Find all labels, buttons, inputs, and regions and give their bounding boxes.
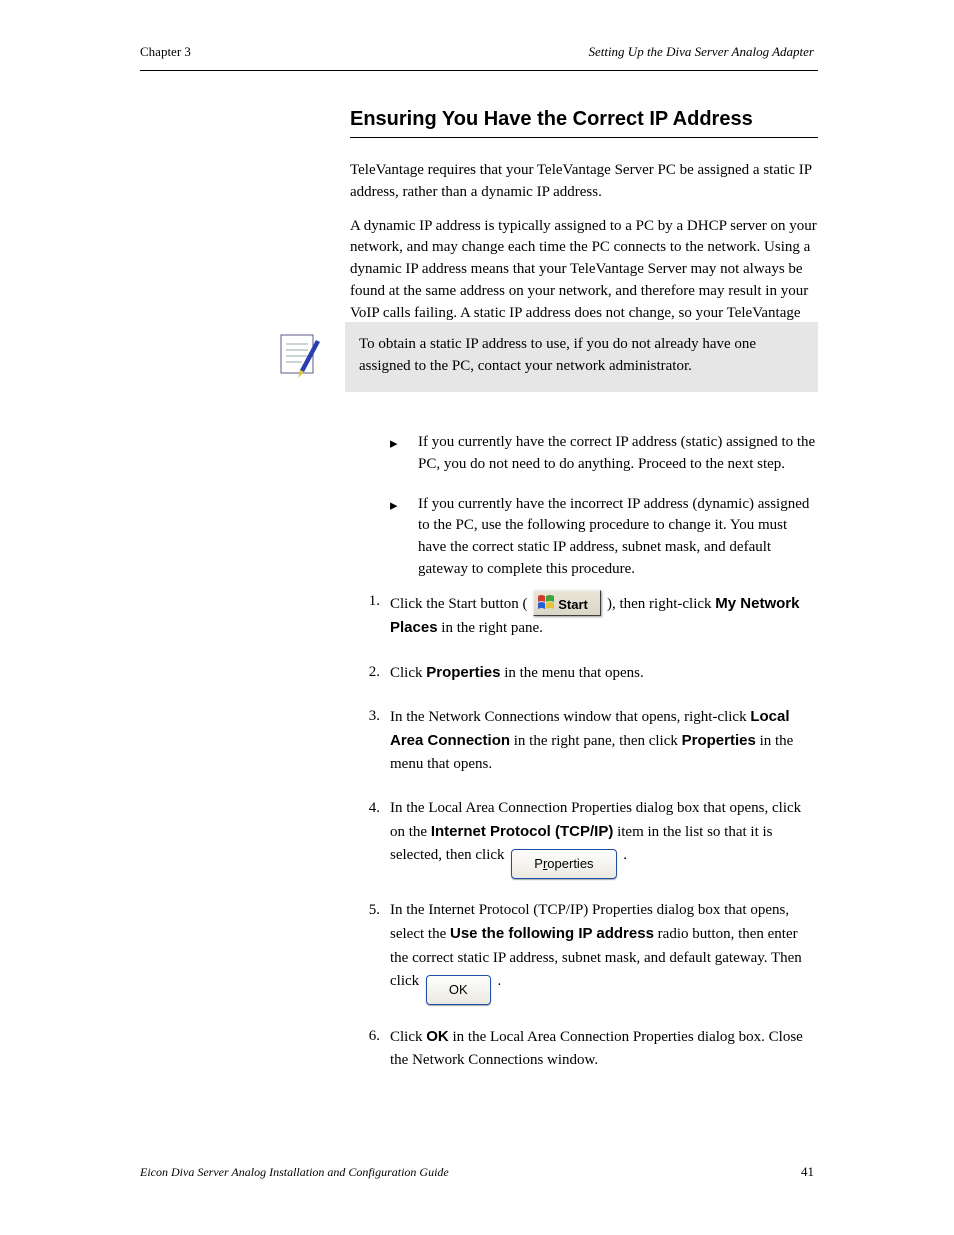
step-5: 5. In the Internet Protocol (TCP/IP) Pro… xyxy=(350,899,818,1005)
hand-item-2: If you currently have the incorrect IP a… xyxy=(390,494,818,581)
step-number: 1. xyxy=(350,590,380,613)
step-text: ), then right-click xyxy=(607,596,715,612)
step-bold: Use the following IP address xyxy=(450,925,654,942)
start-button[interactable]: Start xyxy=(533,590,601,616)
step-4: 4. In the Local Area Connection Properti… xyxy=(350,797,818,880)
step-bold: Internet Protocol (TCP/IP) xyxy=(431,823,614,840)
footer-page-number: 41 xyxy=(801,1164,814,1180)
step-text: in the right pane, then click xyxy=(514,733,682,749)
step-text: . xyxy=(623,847,627,863)
windows-logo-icon xyxy=(537,594,555,612)
header-chapter: Chapter 3 xyxy=(140,44,191,60)
note-box: To obtain a static IP address to use, if… xyxy=(345,322,818,392)
properties-button[interactable]: Properties xyxy=(511,849,616,879)
step-bold: Properties xyxy=(426,664,500,681)
step-text: Click xyxy=(390,1029,426,1045)
step-number: 4. xyxy=(350,797,380,820)
step-number: 2. xyxy=(350,661,380,684)
ok-button[interactable]: OK xyxy=(426,975,491,1005)
hand-list: If you currently have the correct IP add… xyxy=(390,432,818,599)
page: { "header": { "chapter": "Chapter 3", "t… xyxy=(0,0,954,1235)
step-number: 6. xyxy=(350,1025,380,1048)
step-number: 5. xyxy=(350,899,380,922)
step-text: in the menu that opens. xyxy=(504,665,644,681)
header-title-right: Setting Up the Diva Server Analog Adapte… xyxy=(588,44,814,60)
section-title: Ensuring You Have the Correct IP Address xyxy=(350,108,818,138)
step-bold: OK xyxy=(426,1028,449,1045)
hand-item-1: If you currently have the correct IP add… xyxy=(390,432,818,476)
step-text: . xyxy=(497,973,501,989)
step-text: Click the Start button ( xyxy=(390,596,527,612)
footer-doc-title: Eicon Diva Server Analog Installation an… xyxy=(140,1165,449,1180)
intro-paragraph-1: TeleVantage requires that your TeleVanta… xyxy=(350,160,818,204)
step-text: in the Local Area Connection Properties … xyxy=(390,1029,803,1068)
step-6: 6. Click OK in the Local Area Connection… xyxy=(350,1025,818,1073)
step-3: 3. In the Network Connections window tha… xyxy=(350,705,818,777)
step-2: 2. Click Properties in the menu that ope… xyxy=(350,661,818,685)
step-number: 3. xyxy=(350,705,380,728)
start-button-label: Start xyxy=(558,595,588,615)
step-text: In the Network Connections window that o… xyxy=(390,709,750,725)
properties-button-hotkey: r xyxy=(543,856,547,871)
step-text: in the right pane. xyxy=(441,620,543,636)
header-rule xyxy=(140,70,818,71)
note-icon xyxy=(278,332,322,378)
step-1: 1. Click the Start button ( Start ), the… xyxy=(350,590,818,641)
step-bold: Properties xyxy=(682,732,756,749)
note-text: To obtain a static IP address to use, if… xyxy=(359,336,756,374)
steps-list: 1. Click the Start button ( Start ), the… xyxy=(350,590,818,1093)
step-text: Click xyxy=(390,665,426,681)
